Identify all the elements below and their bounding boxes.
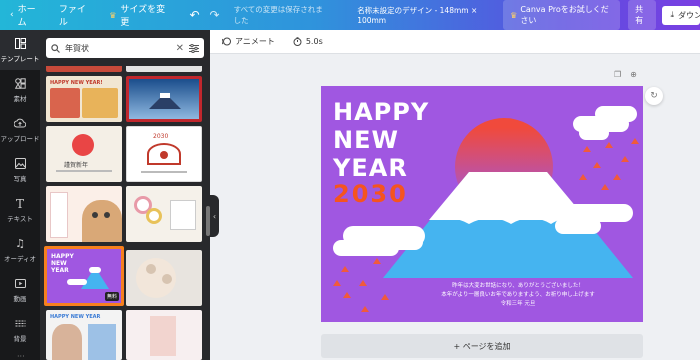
card-message: 昨年は大変お世話になり、ありがとうございました！ 本年がより一層良いお年でありま…: [441, 283, 595, 307]
template-thumbnail[interactable]: HAPPY NEW YEAR!: [46, 76, 122, 122]
redo-button[interactable]: ↷: [210, 8, 220, 22]
refresh-icon[interactable]: ↻: [645, 87, 663, 105]
resize-button[interactable]: ♛ サイズを変更: [109, 2, 167, 28]
search-input[interactable]: 年賀状: [65, 43, 89, 54]
duplicate-page-icon[interactable]: ❐: [614, 70, 621, 79]
template-thumbnail-selected[interactable]: HAPPY NEW YEAR 無料: [44, 246, 124, 306]
home-button[interactable]: ‹ ホーム: [10, 2, 41, 28]
template-thumbnail[interactable]: 2030: [126, 126, 202, 182]
template-grid: HAPPY NEW YEAR! 謹賀新年 HAPPY NEW YEAR 無料 H…: [40, 66, 206, 360]
add-page-button[interactable]: + ページを追加: [321, 334, 643, 358]
template-thumbnail[interactable]: [46, 186, 122, 242]
top-bar: ‹ ホーム ファイル ♛ サイズを変更 ↶ ↷ すべての変更は保存されました 名…: [0, 0, 700, 30]
download-icon: ⤓: [670, 10, 675, 19]
share-button[interactable]: 共有: [628, 0, 657, 30]
template-icon: [14, 38, 26, 50]
redo-icon: ↷: [209, 8, 220, 22]
template-thumbnail[interactable]: HAPPY NEW YEAR: [46, 310, 122, 360]
template-thumbnail[interactable]: [126, 310, 202, 360]
undo-icon: ↶: [189, 8, 200, 22]
chevron-left-icon: ‹: [212, 211, 217, 221]
try-pro-button[interactable]: ♛ Canva Proをお試しください: [503, 0, 621, 30]
filter-icon[interactable]: [189, 43, 199, 53]
timer-icon: [293, 37, 302, 46]
duration-button[interactable]: 5.0s: [293, 37, 323, 46]
animate-icon: [222, 37, 231, 46]
rail-item-elements[interactable]: 素材: [0, 70, 40, 110]
undo-button[interactable]: ↶: [189, 8, 199, 22]
search-icon: [51, 43, 60, 53]
rail-item-video[interactable]: 動画: [0, 270, 40, 310]
rail-item-uploads[interactable]: アップロード: [0, 110, 40, 150]
document-name[interactable]: 名称未設定のデザイン - 148mm × 100mm: [357, 5, 493, 25]
photo-icon: [14, 158, 26, 170]
editor-toolbar: アニメート 5.0s: [210, 30, 700, 54]
rail-item-photos[interactable]: 写真: [0, 150, 40, 190]
rail-item-background[interactable]: 背景: [0, 310, 40, 350]
text-icon: T: [15, 196, 24, 211]
video-icon: [14, 278, 26, 290]
design-canvas[interactable]: HAPPY NEW YEAR 2030 昨年は大変お世話になり、ありがとうござい…: [321, 86, 643, 322]
collapse-panel-button[interactable]: ‹: [210, 195, 219, 237]
save-status: すべての変更は保存されました: [233, 5, 323, 25]
add-page-icon[interactable]: ⊕: [630, 70, 637, 79]
crown-icon: ♛: [510, 10, 518, 20]
search-box[interactable]: 年賀状 ✕: [46, 38, 204, 58]
template-thumbnail[interactable]: 謹賀新年: [46, 126, 122, 182]
template-thumbnail[interactable]: [126, 250, 202, 306]
page-actions: ❐ ⊕: [614, 70, 637, 79]
template-thumbnail[interactable]: [126, 186, 202, 242]
left-rail: テンプレート 素材 アップロード 写真 T テキスト ♫ オーディオ 動画 背景…: [0, 30, 40, 360]
free-badge: 無料: [104, 292, 119, 301]
template-panel: 年賀状 ✕ HAPPY NEW YEAR! 謹賀新年 HAPPY NEW YEA…: [40, 30, 210, 360]
rail-item-text[interactable]: T テキスト: [0, 190, 40, 230]
elements-icon: [14, 78, 26, 90]
more-icon[interactable]: ···: [17, 352, 25, 360]
animate-button[interactable]: アニメート: [222, 36, 275, 47]
chevron-left-icon: ‹: [10, 10, 14, 20]
download-button[interactable]: ⤓ ダウンロード: [662, 5, 700, 25]
rail-item-templates[interactable]: テンプレート: [0, 30, 40, 70]
crown-icon: ♛: [109, 10, 117, 20]
template-thumbnail[interactable]: [126, 66, 202, 72]
clear-search-icon[interactable]: ✕: [176, 43, 184, 54]
file-menu[interactable]: ファイル: [59, 2, 91, 28]
template-thumbnail[interactable]: [126, 76, 202, 122]
template-thumbnail[interactable]: [46, 66, 122, 72]
upload-icon: [14, 118, 26, 130]
audio-icon: ♫: [15, 237, 25, 250]
background-icon: [14, 318, 26, 330]
rail-item-audio[interactable]: ♫ オーディオ: [0, 230, 40, 270]
